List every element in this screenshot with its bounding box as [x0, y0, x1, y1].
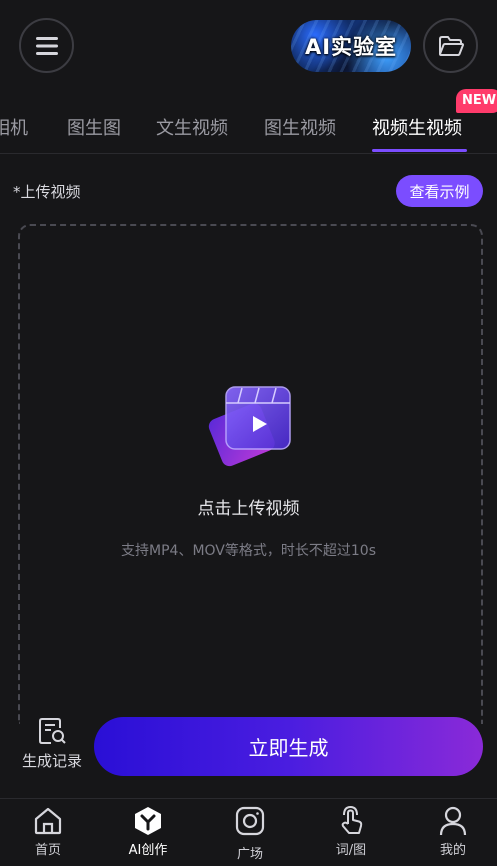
folder-icon — [438, 35, 464, 56]
generate-now-button[interactable]: 立即生成 — [94, 717, 483, 776]
upload-format-hint: 支持MP4、MOV等格式，时长不超过10s — [121, 543, 376, 559]
tab-image-to-video[interactable]: 图生视频 — [264, 114, 336, 140]
nav-item-profile[interactable]: 我的 — [413, 805, 493, 858]
nav-label-profile: 我的 — [439, 843, 466, 858]
video-upload-icon — [208, 386, 291, 467]
upload-video-label: *上传视频 — [13, 183, 81, 201]
history-button[interactable]: 生成记录 — [14, 716, 90, 776]
new-badge: NEW — [456, 89, 497, 113]
nav-item-plaza[interactable]: 广场 — [210, 805, 290, 862]
ai-create-icon — [135, 807, 161, 835]
nav-label-words-images: 词/图 — [335, 843, 367, 858]
plaza-icon — [235, 806, 265, 836]
folder-button[interactable] — [423, 18, 478, 73]
ai-lab-banner[interactable]: AI实验室 — [291, 20, 411, 72]
tab-bar: 相机 图生图 文生视频 图生视频 视频生视频 — [0, 100, 497, 154]
history-label: 生成记录 — [21, 752, 82, 770]
bottom-nav: 首页 AI创作 广场 词/图 我的 — [0, 798, 497, 866]
history-icon — [39, 718, 66, 744]
tab-video-to-video[interactable]: 视频生视频 — [372, 114, 462, 140]
nav-label-ai-create: AI创作 — [128, 843, 168, 858]
nav-item-home[interactable]: 首页 — [8, 805, 88, 858]
upload-title: 点击上传视频 — [197, 499, 300, 519]
menu-icon — [35, 36, 58, 55]
view-example-button[interactable]: 查看示例 — [396, 175, 483, 207]
nav-label-plaza: 广场 — [236, 847, 263, 862]
home-icon — [34, 807, 62, 835]
nav-label-home: 首页 — [34, 843, 61, 858]
nav-item-words-images[interactable]: 词/图 — [311, 805, 391, 858]
tab-camera[interactable]: 相机 — [0, 114, 28, 140]
touch-icon — [341, 805, 363, 834]
active-tab-indicator — [372, 149, 467, 152]
nav-item-ai-create[interactable]: AI创作 — [108, 805, 188, 858]
tab-text-to-video[interactable]: 文生视频 — [156, 114, 228, 140]
ai-lab-banner-text: AI实验室 — [304, 35, 398, 59]
profile-icon — [439, 806, 467, 836]
menu-button[interactable] — [19, 18, 74, 73]
tab-image-to-image[interactable]: 图生图 — [67, 114, 121, 140]
video-upload-dropzone[interactable] — [18, 224, 483, 724]
